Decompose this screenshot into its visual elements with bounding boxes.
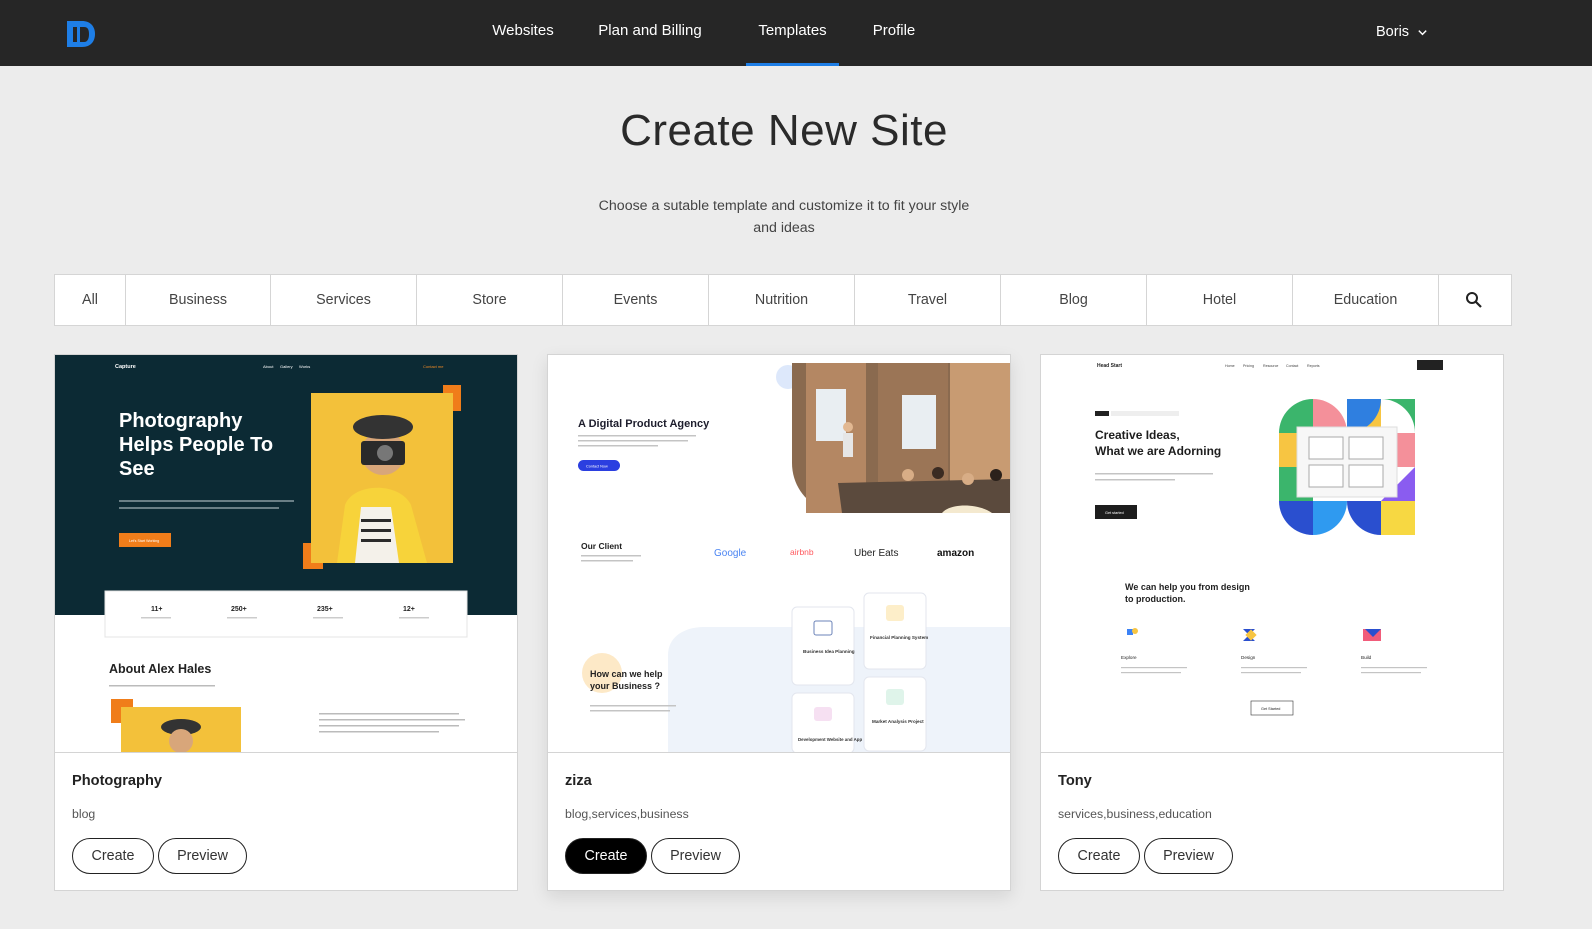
preview-button[interactable]: Preview [651, 838, 740, 874]
thumb-stat: 11+ [151, 606, 163, 613]
nav-profile[interactable]: Profile [868, 0, 920, 66]
page-title: Create New Site [620, 106, 948, 155]
thumb-menu-item: About [263, 364, 274, 369]
top-navbar: Websites Plan and Billing Templates Prof… [0, 0, 1592, 66]
search-icon [1466, 292, 1482, 308]
thumb-button: Contact Now [586, 465, 608, 469]
filter-events[interactable]: Events [563, 275, 709, 325]
template-preview-ziza[interactable]: A Digital Product Agency Contact Now Our [548, 355, 1010, 753]
create-button[interactable]: Create [1058, 838, 1140, 874]
template-card-photography: Capture About Gallery Works Contact me P… [54, 354, 518, 891]
preview-button[interactable]: Preview [158, 838, 247, 874]
thumb-menu-item: Resource [1263, 364, 1278, 368]
thumb-headline: A Digital Product Agency [578, 418, 710, 430]
thumb-feature: Explore [1121, 655, 1137, 660]
thumb-feature: Build [1361, 655, 1372, 660]
thumb-headline: Helps People To [119, 434, 273, 456]
filter-education[interactable]: Education [1293, 275, 1439, 325]
thumb-menu-item: Contact [1286, 364, 1298, 368]
template-preview-photography[interactable]: Capture About Gallery Works Contact me P… [55, 355, 517, 753]
chevron-down-icon [1418, 29, 1427, 35]
thumb-service: Business Idea Planning [803, 649, 855, 654]
thumb-section-title: to production. [1125, 594, 1186, 604]
thumb-headline: What we are Adorning [1095, 444, 1221, 458]
nav-plan-and-billing[interactable]: Plan and Billing [594, 0, 706, 66]
filter-hotel[interactable]: Hotel [1147, 275, 1293, 325]
thumb-client-logo: Uber Eats [854, 548, 898, 559]
thumb-brand: Head Start [1097, 363, 1122, 369]
thumb-feature: Design [1241, 655, 1256, 660]
filter-business[interactable]: Business [126, 275, 271, 325]
thumb-stat: 250+ [231, 606, 247, 613]
thumb-about-title: About Alex Hales [109, 662, 211, 676]
thumb-menu-item: Pricing [1243, 364, 1254, 368]
create-button[interactable]: Create [565, 838, 647, 874]
thumb-help-title: How can we help [590, 669, 663, 679]
thumb-section-title: We can help you from design [1125, 582, 1250, 592]
thumb-client-logo: amazon [937, 548, 974, 559]
thumb-client-logo: Google [714, 548, 747, 559]
template-preview-tony[interactable]: Head Start Home Pricing Resource Contact… [1041, 355, 1503, 753]
thumb-button: Let's Start Working [129, 539, 159, 543]
ziza-thumbnail: A Digital Product Agency Contact Now Our [548, 355, 1010, 752]
template-tags: blog [72, 807, 96, 821]
category-filter-bar: All Business Services Store Events Nutri… [54, 274, 1512, 326]
template-name: Tony [1058, 773, 1092, 789]
filter-store[interactable]: Store [417, 275, 563, 325]
thumb-service: Financial Planning System [870, 635, 928, 640]
filter-nutrition[interactable]: Nutrition [709, 275, 855, 325]
nav-websites[interactable]: Websites [488, 0, 558, 66]
template-name: ziza [565, 773, 592, 789]
thumb-stat: 12+ [403, 606, 415, 613]
thumb-service: Market Analysis Project [872, 719, 924, 724]
template-tags: blog,services,business [565, 807, 689, 821]
template-name: Photography [72, 773, 162, 789]
thumb-cta: Get Started [1261, 707, 1280, 711]
thumb-service: Development Website and App [798, 737, 862, 742]
create-button[interactable]: Create [72, 838, 154, 874]
filter-all[interactable]: All [55, 275, 126, 325]
main-nav: Websites Plan and Billing Templates Prof… [0, 0, 1592, 66]
tony-thumbnail: Head Start Home Pricing Resource Contact… [1041, 355, 1503, 752]
filter-travel[interactable]: Travel [855, 275, 1001, 325]
filter-blog[interactable]: Blog [1001, 275, 1147, 325]
thumb-button: Get started [1105, 511, 1124, 515]
thumb-headline: Photography [119, 410, 243, 432]
template-card-ziza: A Digital Product Agency Contact Now Our [547, 354, 1011, 891]
thumb-headline: Creative Ideas, [1095, 428, 1180, 442]
template-tags: services,business,education [1058, 807, 1212, 821]
thumb-menu-item: Reports [1307, 364, 1320, 368]
thumb-stat: 235+ [317, 606, 333, 613]
thumb-menu-item: Gallery [280, 364, 293, 369]
nav-templates[interactable]: Templates [746, 0, 839, 66]
thumb-menu-item: Home [1225, 364, 1235, 368]
template-card-tony: Head Start Home Pricing Resource Contact… [1040, 354, 1504, 891]
page-subtitle: Choose a sutable template and customize … [598, 198, 970, 236]
thumb-clients-title: Our Client [581, 541, 622, 551]
thumb-client-logo: airbnb [790, 547, 814, 557]
thumb-headline: See [119, 458, 155, 480]
preview-button[interactable]: Preview [1144, 838, 1233, 874]
user-name: Boris [1376, 24, 1410, 40]
photography-thumbnail: Capture About Gallery Works Contact me P… [55, 355, 517, 752]
thumb-menu-item: Works [299, 364, 310, 369]
thumb-brand: Capture [115, 364, 136, 370]
thumb-help-title: your Business ? [590, 681, 660, 691]
thumb-cta-link: Contact me [423, 364, 444, 369]
filter-services[interactable]: Services [271, 275, 417, 325]
user-menu[interactable]: Boris [1376, 24, 1428, 40]
filter-search-button[interactable] [1439, 275, 1509, 325]
